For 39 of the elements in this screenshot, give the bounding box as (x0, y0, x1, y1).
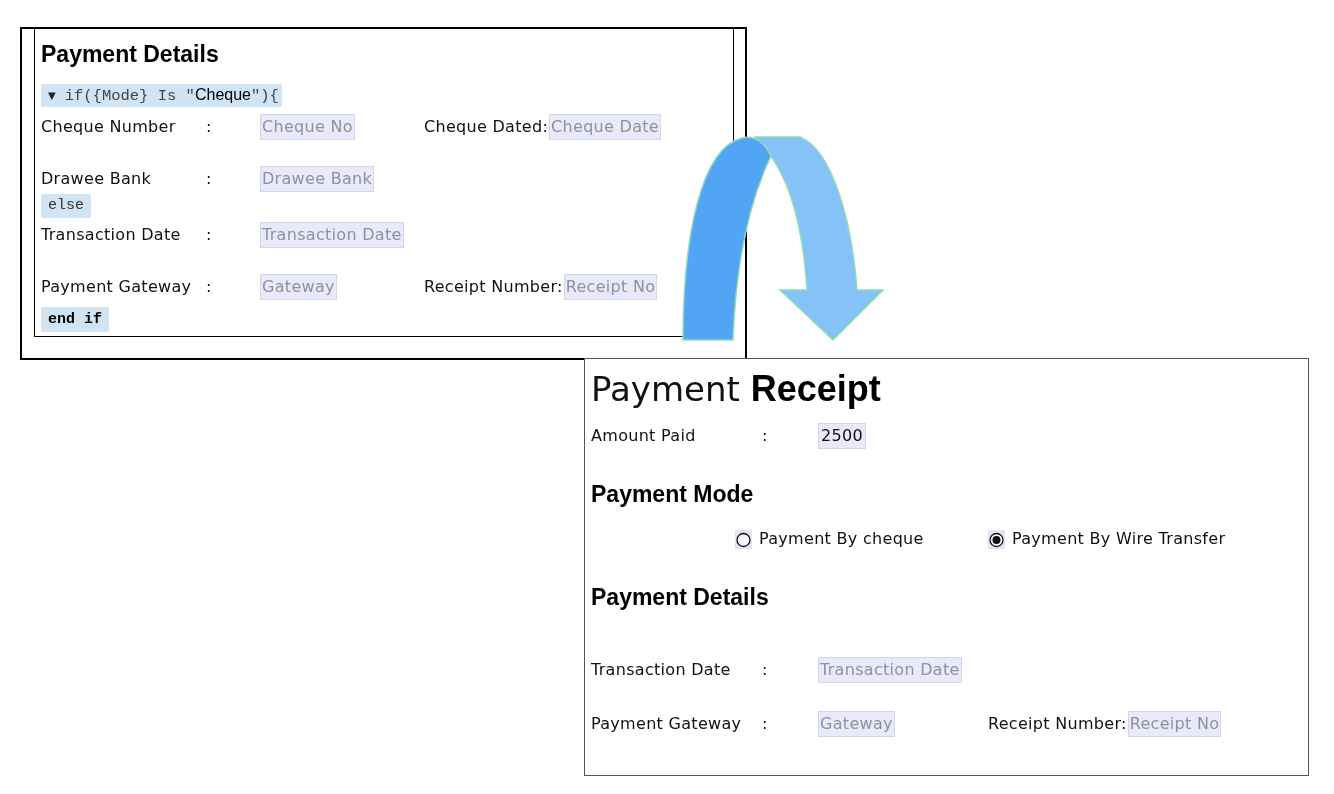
field-label: Receipt Number: (988, 713, 1127, 735)
radio-option[interactable]: Payment By Wire Transfer (988, 528, 1226, 550)
input-field[interactable]: 2500 (818, 423, 866, 449)
input-field[interactable]: Transaction Date (818, 657, 962, 683)
label-colon: : (762, 659, 768, 681)
section-heading: Payment Mode (591, 480, 754, 508)
label-colon: : (206, 276, 212, 298)
label-colon: : (762, 425, 768, 447)
else-keyword: else (41, 194, 91, 218)
field-label: Cheque Dated: (424, 116, 549, 138)
section-heading: Payment Details (591, 583, 769, 611)
collapse-toggle[interactable]: ▼ (48, 89, 56, 102)
input-field[interactable]: Cheque No (260, 114, 355, 140)
label-colon: : (206, 168, 212, 190)
field-label: Transaction Date (591, 659, 731, 681)
label-colon: : (206, 116, 212, 138)
input-field[interactable]: Drawee Bank (260, 166, 375, 192)
field-label: Amount Paid (591, 425, 696, 447)
field-label: Payment Gateway (41, 276, 192, 298)
end-if-keyword: end if (41, 307, 109, 332)
label-colon: : (206, 224, 212, 246)
radio-button-icon[interactable] (988, 529, 1005, 549)
input-field[interactable]: Gateway (260, 274, 337, 300)
field-label: Payment Gateway (591, 713, 742, 735)
receipt-title: Payment Receipt (591, 367, 881, 411)
field-label: Transaction Date (41, 224, 181, 246)
input-field[interactable]: Receipt No (563, 274, 658, 300)
radio-option[interactable]: Payment By cheque (735, 528, 924, 550)
radio-button-icon[interactable] (735, 529, 752, 549)
input-field[interactable]: Transaction Date (260, 222, 404, 248)
section-heading: Payment Details (41, 40, 219, 69)
field-label: Cheque Number (41, 116, 176, 138)
condition-code: if({Mode} Is "Cheque"){ (64, 85, 279, 106)
field-label: Drawee Bank (41, 168, 152, 190)
input-field[interactable]: Receipt No (1127, 711, 1222, 737)
label-colon: : (762, 713, 768, 735)
input-field[interactable]: Cheque Date (549, 114, 661, 140)
field-label: Receipt Number: (424, 276, 563, 298)
input-field[interactable]: Gateway (818, 711, 895, 737)
